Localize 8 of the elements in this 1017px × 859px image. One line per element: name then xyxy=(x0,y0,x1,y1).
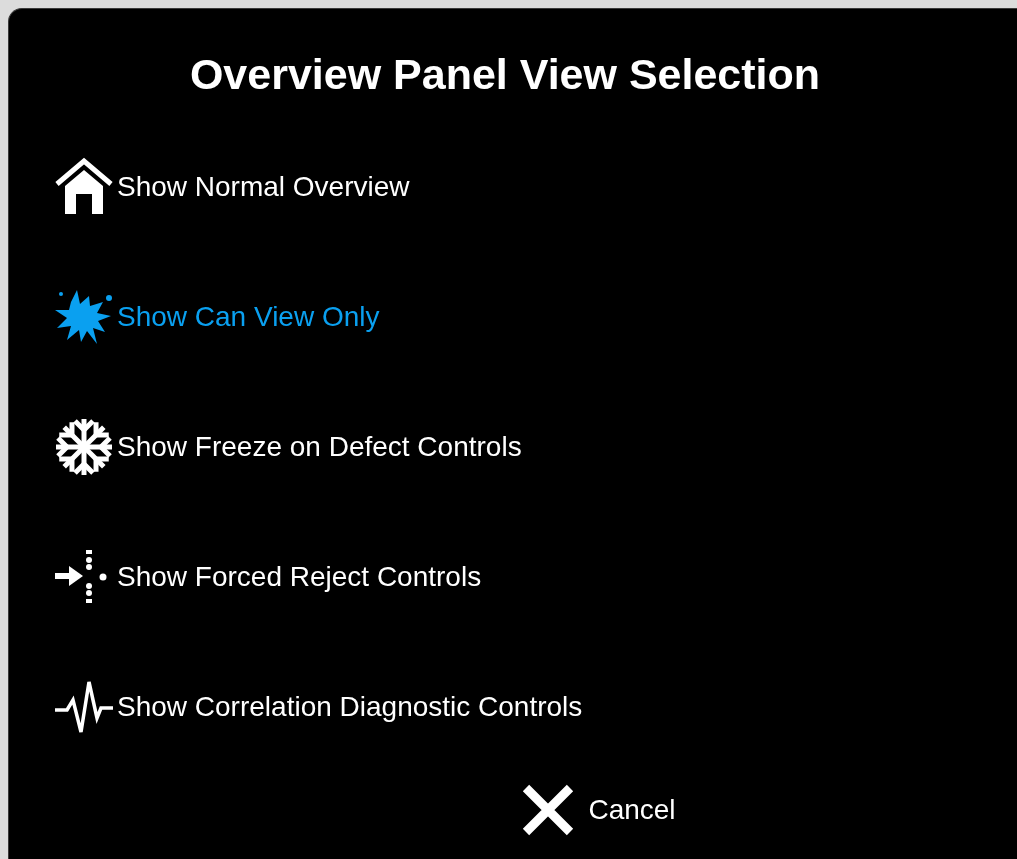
view-option[interactable]: Show Correlation Diagnostic Controls xyxy=(53,676,583,738)
view-option[interactable]: Show Normal Overview xyxy=(53,156,410,218)
snowflake-icon xyxy=(53,416,115,478)
view-option[interactable]: Show Can View Only xyxy=(53,286,380,348)
view-option[interactable]: Show Freeze on Defect Controls xyxy=(53,416,522,478)
view-option[interactable]: Show Forced Reject Controls xyxy=(53,546,482,608)
cancel-button[interactable]: Cancel xyxy=(520,782,676,838)
dialog-title: Overview Panel View Selection xyxy=(189,53,821,96)
